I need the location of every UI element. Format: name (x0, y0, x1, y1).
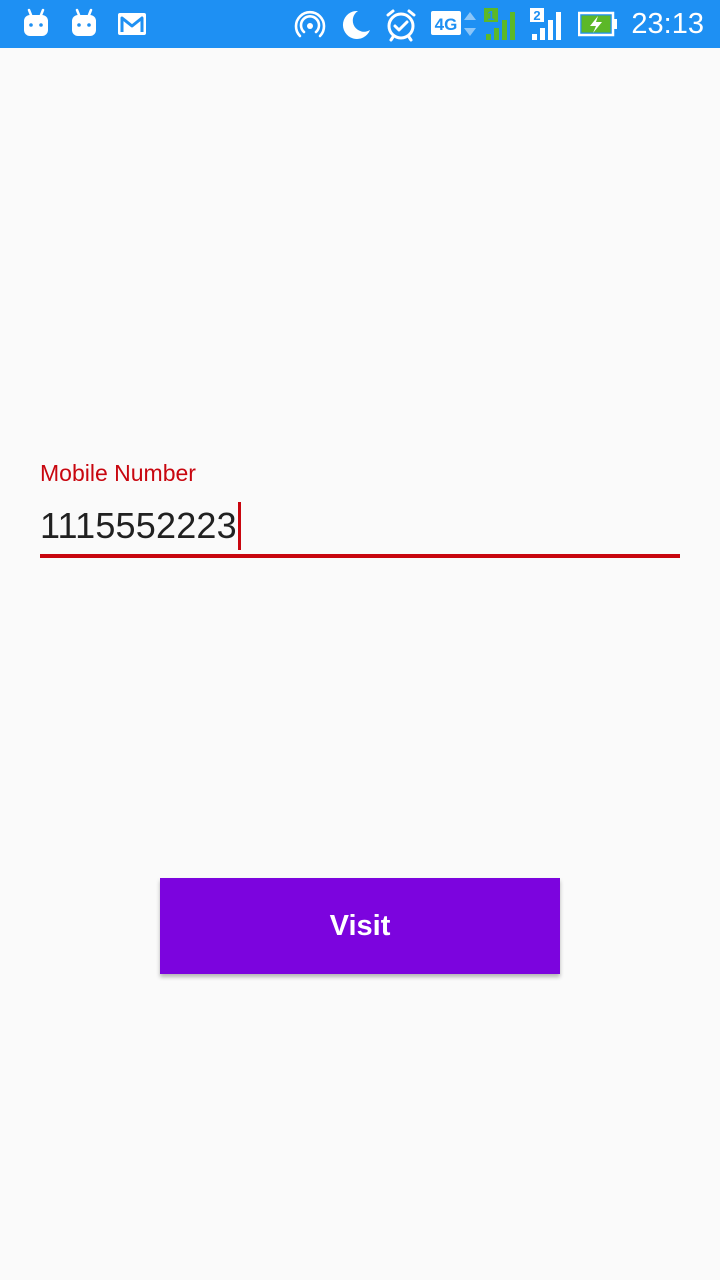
android-icon (22, 8, 50, 40)
visit-button[interactable]: Visit (160, 878, 560, 974)
alarm-icon (384, 8, 418, 42)
main-content: Mobile Number 1115552223 Visit (0, 48, 720, 1280)
signal-sim1-icon: 1 (484, 8, 520, 40)
android-icon (70, 8, 98, 40)
signal-sim2-icon: 2 (530, 8, 566, 40)
battery-charging-icon (578, 8, 620, 40)
status-bar-clock: 23:13 (631, 8, 704, 40)
mobile-number-field[interactable]: Mobile Number 1115552223 (40, 458, 680, 560)
gmail-icon (116, 8, 148, 40)
mobile-number-input[interactable]: 1115552223 (40, 502, 680, 550)
mobile-number-value[interactable]: 1115552223 (40, 502, 237, 550)
mobile-number-label: Mobile Number (40, 460, 196, 486)
sim2-label: 2 (533, 8, 540, 23)
status-bar: 4G 1 2 23:13 (0, 0, 720, 48)
network-type-label: 4G (435, 15, 458, 34)
input-underline (40, 554, 680, 558)
4g-icon: 4G (430, 8, 480, 40)
moon-icon (338, 8, 372, 40)
sim1-label: 1 (487, 8, 494, 23)
text-cursor (237, 502, 241, 550)
hotspot-icon (294, 8, 326, 40)
